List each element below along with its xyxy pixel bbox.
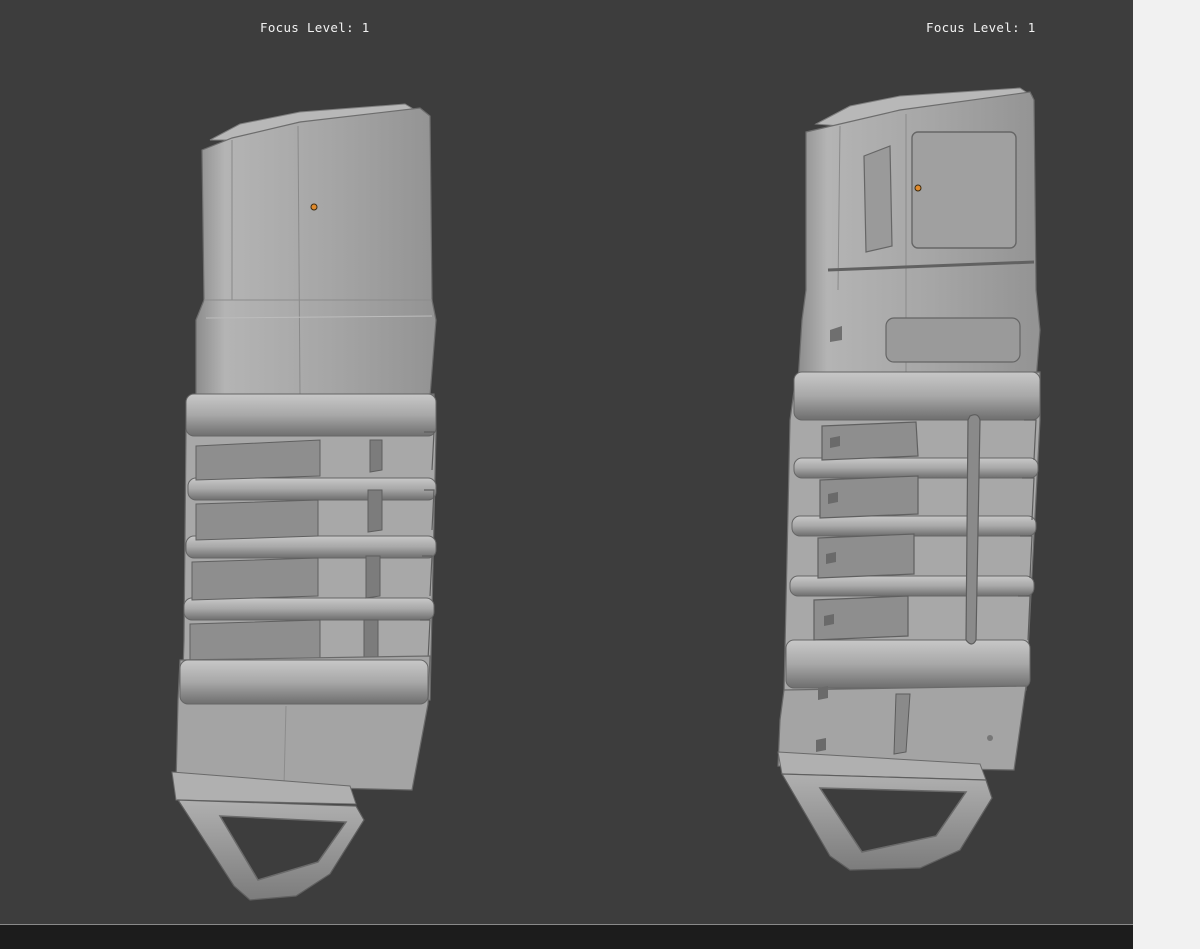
- model-canvas[interactable]: [0, 0, 1133, 924]
- viewport-area[interactable]: Focus Level: 1 Focus Level: 1: [0, 0, 1133, 924]
- magazine-model-left[interactable]: [171, 103, 437, 901]
- pivot-point-right[interactable]: [914, 184, 922, 192]
- status-bar: [0, 924, 1133, 949]
- side-panel: [1133, 0, 1200, 949]
- magazine-model-right[interactable]: [777, 87, 1041, 871]
- pivot-point-left[interactable]: [310, 203, 318, 211]
